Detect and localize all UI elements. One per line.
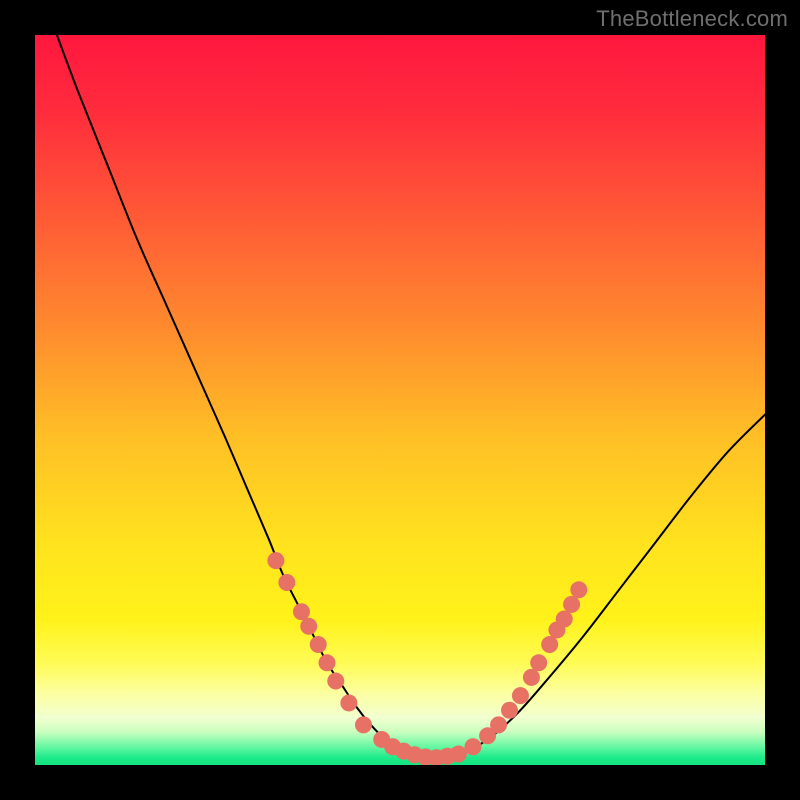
data-point bbox=[465, 738, 482, 755]
data-point bbox=[541, 636, 558, 653]
data-point bbox=[293, 603, 310, 620]
chart-svg bbox=[35, 35, 765, 765]
bottleneck-curve bbox=[57, 35, 765, 758]
plot-area bbox=[35, 35, 765, 765]
data-point bbox=[563, 596, 580, 613]
data-point bbox=[319, 654, 336, 671]
data-point bbox=[490, 716, 507, 733]
data-point bbox=[501, 702, 518, 719]
data-point bbox=[340, 694, 357, 711]
data-point bbox=[300, 618, 317, 635]
data-point bbox=[278, 574, 295, 591]
data-point bbox=[355, 716, 372, 733]
data-point bbox=[556, 611, 573, 628]
data-point bbox=[570, 581, 587, 598]
data-point bbox=[450, 746, 467, 763]
watermark-text: TheBottleneck.com bbox=[596, 6, 788, 32]
chart-frame: TheBottleneck.com bbox=[0, 0, 800, 800]
data-point bbox=[530, 654, 547, 671]
data-point bbox=[310, 636, 327, 653]
data-point bbox=[512, 687, 529, 704]
data-point bbox=[267, 552, 284, 569]
data-point bbox=[523, 669, 540, 686]
data-point bbox=[327, 673, 344, 690]
